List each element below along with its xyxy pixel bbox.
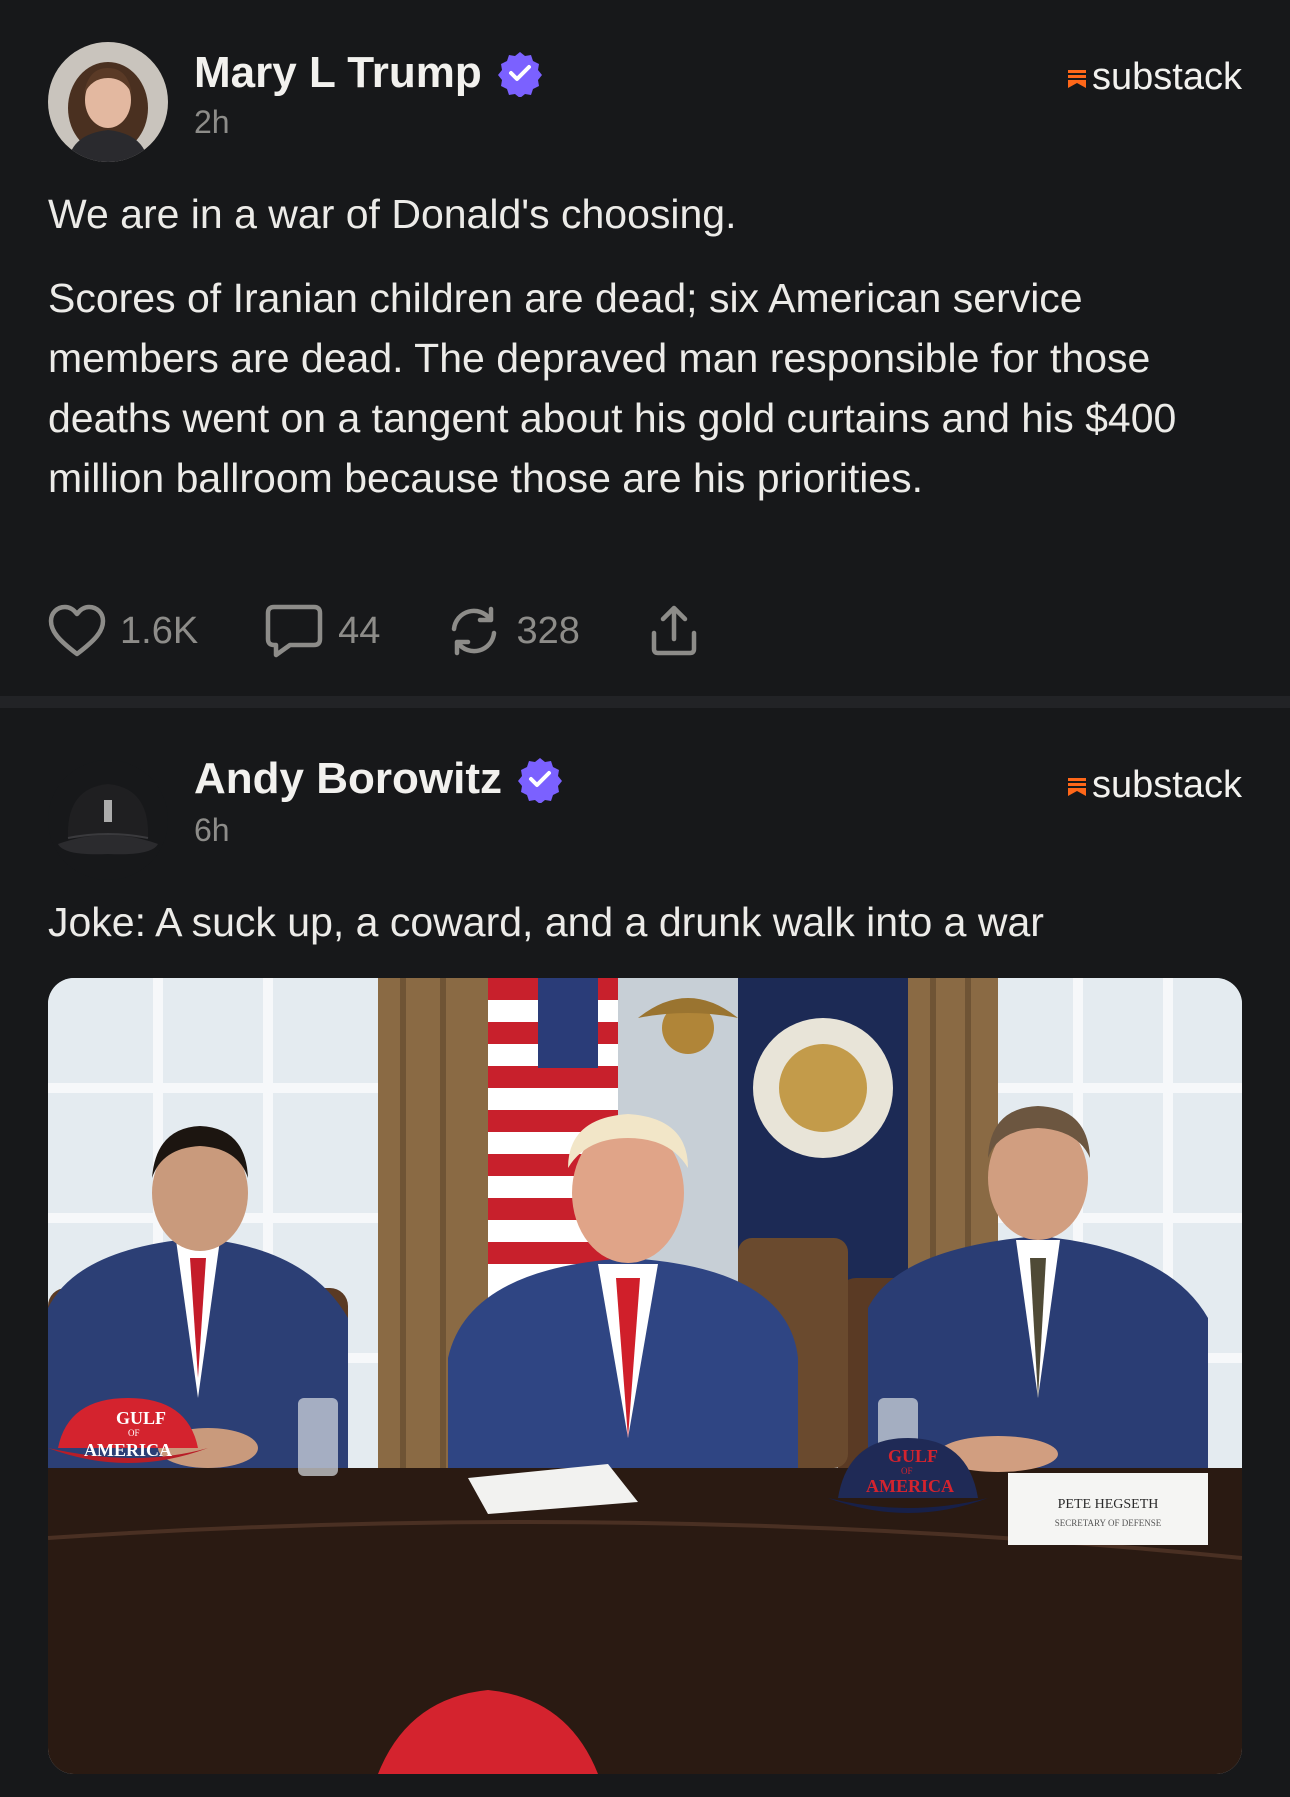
post-time: 2h: [194, 104, 230, 140]
nameplate-line-1: PETE HEGSETH: [1058, 1497, 1159, 1512]
hat-right-line-2: OF: [901, 1466, 913, 1476]
post-andy-borowitz[interactable]: Andy Borowitz 6h substack Joke: A suck u…: [0, 708, 1290, 1797]
share-icon: [651, 605, 697, 656]
avatar[interactable]: [48, 42, 168, 162]
substack-logo-icon: [1068, 777, 1087, 796]
hat-left-line-1: GULF: [116, 1408, 166, 1428]
post-actions: 1.6K 44 328: [48, 598, 768, 664]
post-mary-trump[interactable]: Mary L Trump 2h substack We are in a war…: [0, 0, 1290, 696]
nameplate-line-2: SECRETARY OF DEFENSE: [1055, 1518, 1162, 1528]
avatar[interactable]: [48, 760, 168, 880]
post-time: 6h: [194, 812, 230, 848]
comment-button[interactable]: 44: [264, 603, 380, 659]
post-paragraph: Scores of Iranian children are dead; six…: [48, 275, 1177, 501]
share-button[interactable]: [646, 603, 702, 659]
heart-icon: [48, 604, 106, 657]
author-name-text[interactable]: Mary L Trump: [194, 48, 482, 98]
post-body: We are in a war of Donald's choosing. Sc…: [48, 184, 1242, 508]
like-button[interactable]: 1.6K: [48, 604, 198, 658]
hat-right-line-3: AMERICA: [866, 1476, 954, 1496]
hat-left-line-3: AMERICA: [84, 1440, 172, 1460]
hat-left-line-2: OF: [128, 1428, 140, 1438]
verified-icon: [497, 52, 542, 97]
author-name[interactable]: Andy Borowitz: [194, 754, 564, 804]
post-divider: [0, 696, 1290, 708]
author-name[interactable]: Mary L Trump: [194, 48, 544, 98]
substack-brand[interactable]: substack: [1066, 56, 1242, 99]
restack-count: 328: [516, 609, 580, 652]
brand-label: substack: [1092, 764, 1242, 806]
like-count: 1.6K: [120, 609, 199, 652]
substack-logo-icon: [1068, 69, 1087, 88]
post-image[interactable]: PETE HEGSETH SECRETARY OF DEFENSE GULF O…: [48, 978, 1242, 1774]
post-paragraph: We are in a war of Donald's choosing.: [48, 191, 737, 237]
verified-icon: [517, 758, 562, 803]
author-name-text[interactable]: Andy Borowitz: [194, 754, 502, 804]
brand-label: substack: [1092, 56, 1242, 98]
comment-icon: [265, 604, 323, 658]
comment-count: 44: [338, 609, 381, 652]
restack-icon: [452, 606, 497, 656]
restack-button[interactable]: 328: [446, 603, 580, 659]
substack-brand[interactable]: substack: [1066, 764, 1242, 807]
hat-right-line-1: GULF: [888, 1446, 938, 1466]
post-body: Joke: A suck up, a coward, and a drunk w…: [48, 899, 1044, 945]
